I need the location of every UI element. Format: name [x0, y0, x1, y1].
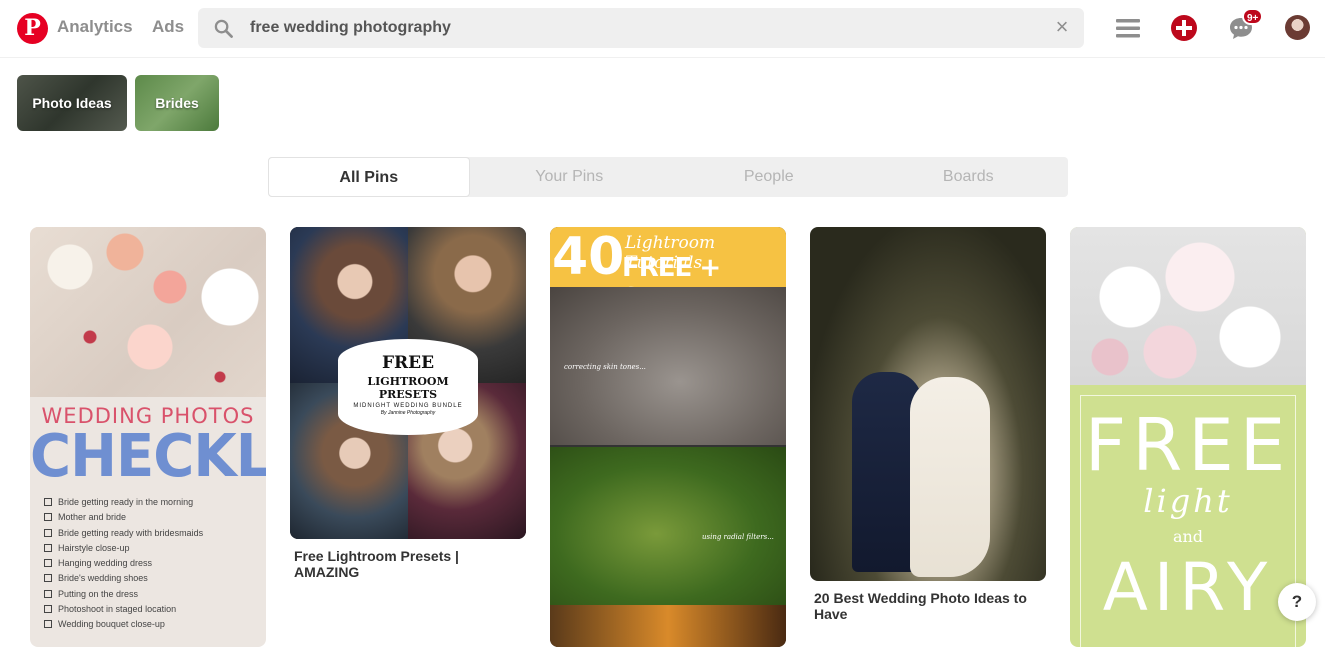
- nav-ads[interactable]: Ads: [152, 17, 184, 37]
- checklist-item: Bride getting ready with bridesmaids: [44, 526, 203, 541]
- nav-analytics[interactable]: Analytics: [57, 17, 133, 37]
- pin-text: AIRY: [1102, 549, 1274, 626]
- checklist-item: Hairstyle close-up: [44, 541, 203, 556]
- checkbox-icon: [44, 620, 52, 629]
- pin-text: light: [1143, 482, 1233, 520]
- checkbox-icon: [44, 543, 52, 552]
- pin-lightroom-presets[interactable]: FREE LIGHTROOM PRESETS MIDNIGHT WEDDING …: [290, 227, 526, 539]
- pin-photo-bride: [910, 377, 990, 577]
- pin-text: and: [1172, 527, 1204, 546]
- pin-couple-photo[interactable]: [810, 227, 1046, 581]
- tab-all-pins[interactable]: All Pins: [268, 157, 470, 197]
- checklist-item: Photoshoot in staged location: [44, 602, 203, 617]
- search-bar: ×: [198, 8, 1084, 48]
- checkbox-icon: [44, 605, 52, 614]
- help-button[interactable]: ?: [1278, 583, 1316, 621]
- pin-text: FREE: [1084, 403, 1292, 487]
- pin-lightroom-tutorials[interactable]: 40 Lightroom Tutorials FREE + SIMPLE cor…: [550, 227, 786, 647]
- pin-label-line: MIDNIGHT WEDDING BUNDLE: [353, 403, 463, 409]
- pin-light-and-airy[interactable]: FREE light and AIRY: [1070, 227, 1306, 647]
- tab-boards[interactable]: Boards: [869, 157, 1069, 197]
- checklist-item: Hanging wedding dress: [44, 556, 203, 571]
- notification-badge: 9+: [1242, 8, 1264, 25]
- tab-your-pins[interactable]: Your Pins: [470, 157, 670, 197]
- avatar[interactable]: [1285, 15, 1310, 40]
- pin-title[interactable]: 20 Best Wedding Photo Ideas to Have: [814, 590, 1044, 622]
- checkbox-icon: [44, 528, 52, 537]
- pin-image-flowers: [30, 227, 266, 397]
- pin-label: FREE LIGHTROOM PRESETS MIDNIGHT WEDDING …: [338, 339, 478, 435]
- pin-caption: using radial filters...: [702, 533, 774, 541]
- checklist: Bride getting ready in the morning Mothe…: [44, 495, 203, 633]
- pin-wedding-checklist[interactable]: WEDDING PHOTOS CHECKLIST Bride getting r…: [30, 227, 266, 647]
- checklist-item: Putting on the dress: [44, 587, 203, 602]
- pin-image-flowers: [1070, 227, 1306, 385]
- pin-photo: [550, 605, 786, 647]
- guide-photo-ideas[interactable]: Photo Ideas: [17, 75, 127, 131]
- menu-icon[interactable]: [1114, 14, 1142, 42]
- checklist-item: Wedding bouquet close-up: [44, 617, 203, 632]
- checklist-item: Mother and bride: [44, 510, 203, 525]
- pin-subheading: CHECKLIST: [30, 422, 266, 491]
- checkbox-icon: [44, 589, 52, 598]
- pin-label-line: FREE: [381, 353, 435, 373]
- checkbox-icon: [44, 559, 52, 568]
- checklist-item: Bride getting ready in the morning: [44, 495, 203, 510]
- pinterest-logo[interactable]: P: [17, 13, 48, 44]
- search-tabs: All Pins Your Pins People Boards: [268, 157, 1068, 197]
- pin-photo-baby: [550, 447, 786, 605]
- tab-people[interactable]: People: [669, 157, 869, 197]
- pin-label-line: By Jannine Photography: [380, 410, 436, 416]
- pin-number: 40: [552, 227, 625, 287]
- create-pin-icon[interactable]: [1170, 14, 1198, 42]
- pin-title[interactable]: Free Lightroom Presets | AMAZING: [294, 548, 524, 580]
- checkbox-icon: [44, 513, 52, 522]
- pin-label-line: LIGHTROOM PRESETS: [367, 375, 449, 401]
- checkbox-icon: [44, 498, 52, 506]
- guide-brides[interactable]: Brides: [135, 75, 219, 131]
- search-icon: [214, 19, 233, 38]
- clear-search-icon[interactable]: ×: [1052, 16, 1072, 38]
- search-input[interactable]: [250, 8, 1030, 48]
- pin-caption: correcting skin tones...: [564, 363, 646, 371]
- top-bar: P Analytics Ads × 9+: [0, 0, 1325, 58]
- checklist-item: Bride's wedding shoes: [44, 571, 203, 586]
- checkbox-icon: [44, 574, 52, 583]
